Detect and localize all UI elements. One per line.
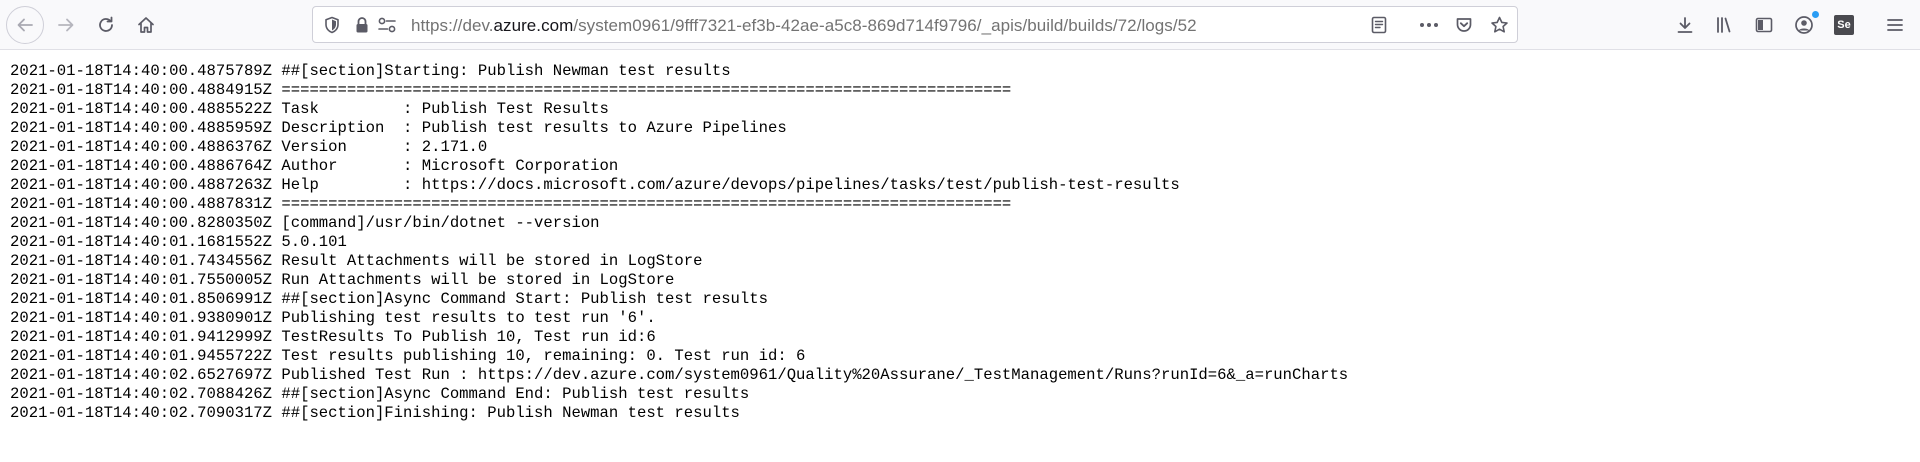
back-button[interactable] bbox=[6, 6, 44, 44]
tracking-protection-shield-icon[interactable] bbox=[324, 16, 340, 34]
url-text[interactable]: https://dev.azure.com/system0961/9fff732… bbox=[411, 16, 1197, 36]
log-line: 2021-01-18T14:40:02.7090317Z ##[section]… bbox=[10, 404, 740, 422]
library-button[interactable] bbox=[1708, 8, 1742, 42]
url-domain: azure.com bbox=[493, 16, 574, 35]
sidebar-button[interactable] bbox=[1747, 8, 1781, 42]
page-actions-more-icon[interactable] bbox=[1419, 16, 1439, 34]
home-button[interactable] bbox=[129, 8, 163, 42]
log-line: 2021-01-18T14:40:01.9412999Z TestResults… bbox=[10, 328, 656, 346]
forward-button[interactable] bbox=[49, 8, 83, 42]
back-arrow-icon bbox=[17, 18, 33, 32]
log-line: 2021-01-18T14:40:02.7088426Z ##[section]… bbox=[10, 385, 750, 403]
url-scheme: https:// bbox=[411, 16, 463, 35]
library-icon bbox=[1717, 17, 1731, 33]
log-line: 2021-01-18T14:40:00.4886376Z Version : 2… bbox=[10, 138, 488, 156]
downloads-button[interactable] bbox=[1668, 8, 1702, 42]
reload-button[interactable] bbox=[89, 8, 123, 42]
hamburger-menu-icon bbox=[1887, 19, 1903, 31]
downloads-icon bbox=[1677, 17, 1693, 33]
url-bar[interactable]: https://dev.azure.com/system0961/9fff732… bbox=[312, 6, 1518, 43]
reader-view-icon[interactable] bbox=[1370, 16, 1388, 34]
account-button[interactable] bbox=[1787, 8, 1821, 42]
forward-arrow-icon bbox=[58, 18, 74, 32]
log-line: 2021-01-18T14:40:00.4875789Z ##[section]… bbox=[10, 62, 731, 80]
url-path: /system0961/9fff7321-ef3b-42ae-a5c8-869d… bbox=[573, 16, 1197, 35]
log-line: 2021-01-18T14:40:00.4885959Z Description… bbox=[10, 119, 787, 137]
log-line: 2021-01-18T14:40:01.1681552Z 5.0.101 bbox=[10, 233, 347, 251]
bookmark-star-icon[interactable] bbox=[1490, 16, 1509, 34]
log-line: 2021-01-18T14:40:00.4887263Z Help : http… bbox=[10, 176, 1180, 194]
log-line: 2021-01-18T14:40:00.4887831Z ===========… bbox=[10, 195, 1012, 213]
app-menu-button[interactable] bbox=[1878, 8, 1912, 42]
sidebar-icon bbox=[1755, 17, 1773, 33]
log-line: 2021-01-18T14:40:01.9455722Z Test result… bbox=[10, 347, 806, 365]
log-line: 2021-01-18T14:40:01.7550005Z Run Attachm… bbox=[10, 271, 675, 289]
log-line: 2021-01-18T14:40:01.8506991Z ##[section]… bbox=[10, 290, 768, 308]
log-line: 2021-01-18T14:40:00.4884915Z ===========… bbox=[10, 81, 1012, 99]
log-line: 2021-01-18T14:40:02.6527697Z Published T… bbox=[10, 366, 1349, 384]
selenium-extension-button[interactable]: Se bbox=[1827, 8, 1861, 42]
pocket-icon[interactable] bbox=[1455, 16, 1473, 34]
home-icon bbox=[138, 17, 154, 33]
log-line: 2021-01-18T14:40:00.8280350Z [command]/u… bbox=[10, 214, 600, 232]
log-line: 2021-01-18T14:40:00.4886764Z Author : Mi… bbox=[10, 157, 619, 175]
log-line: 2021-01-18T14:40:01.7434556Z Result Atta… bbox=[10, 252, 703, 270]
log-line: 2021-01-18T14:40:01.9380901Z Publishing … bbox=[10, 309, 656, 327]
reload-icon bbox=[99, 16, 113, 32]
log-line: 2021-01-18T14:40:00.4885522Z Task : Publ… bbox=[10, 100, 609, 118]
url-subdomain: dev. bbox=[462, 16, 494, 35]
account-badge bbox=[1811, 10, 1820, 19]
build-log: 2021-01-18T14:40:00.4875789Z ##[section]… bbox=[10, 62, 1348, 423]
selenium-extension-icon: Se bbox=[1834, 15, 1854, 35]
selenium-label: Se bbox=[1837, 19, 1851, 31]
account-icon bbox=[1795, 16, 1813, 34]
browser-toolbar: https://dev.azure.com/system0961/9fff732… bbox=[0, 0, 1920, 50]
permissions-icon[interactable] bbox=[377, 16, 397, 34]
lock-icon[interactable] bbox=[354, 16, 370, 34]
